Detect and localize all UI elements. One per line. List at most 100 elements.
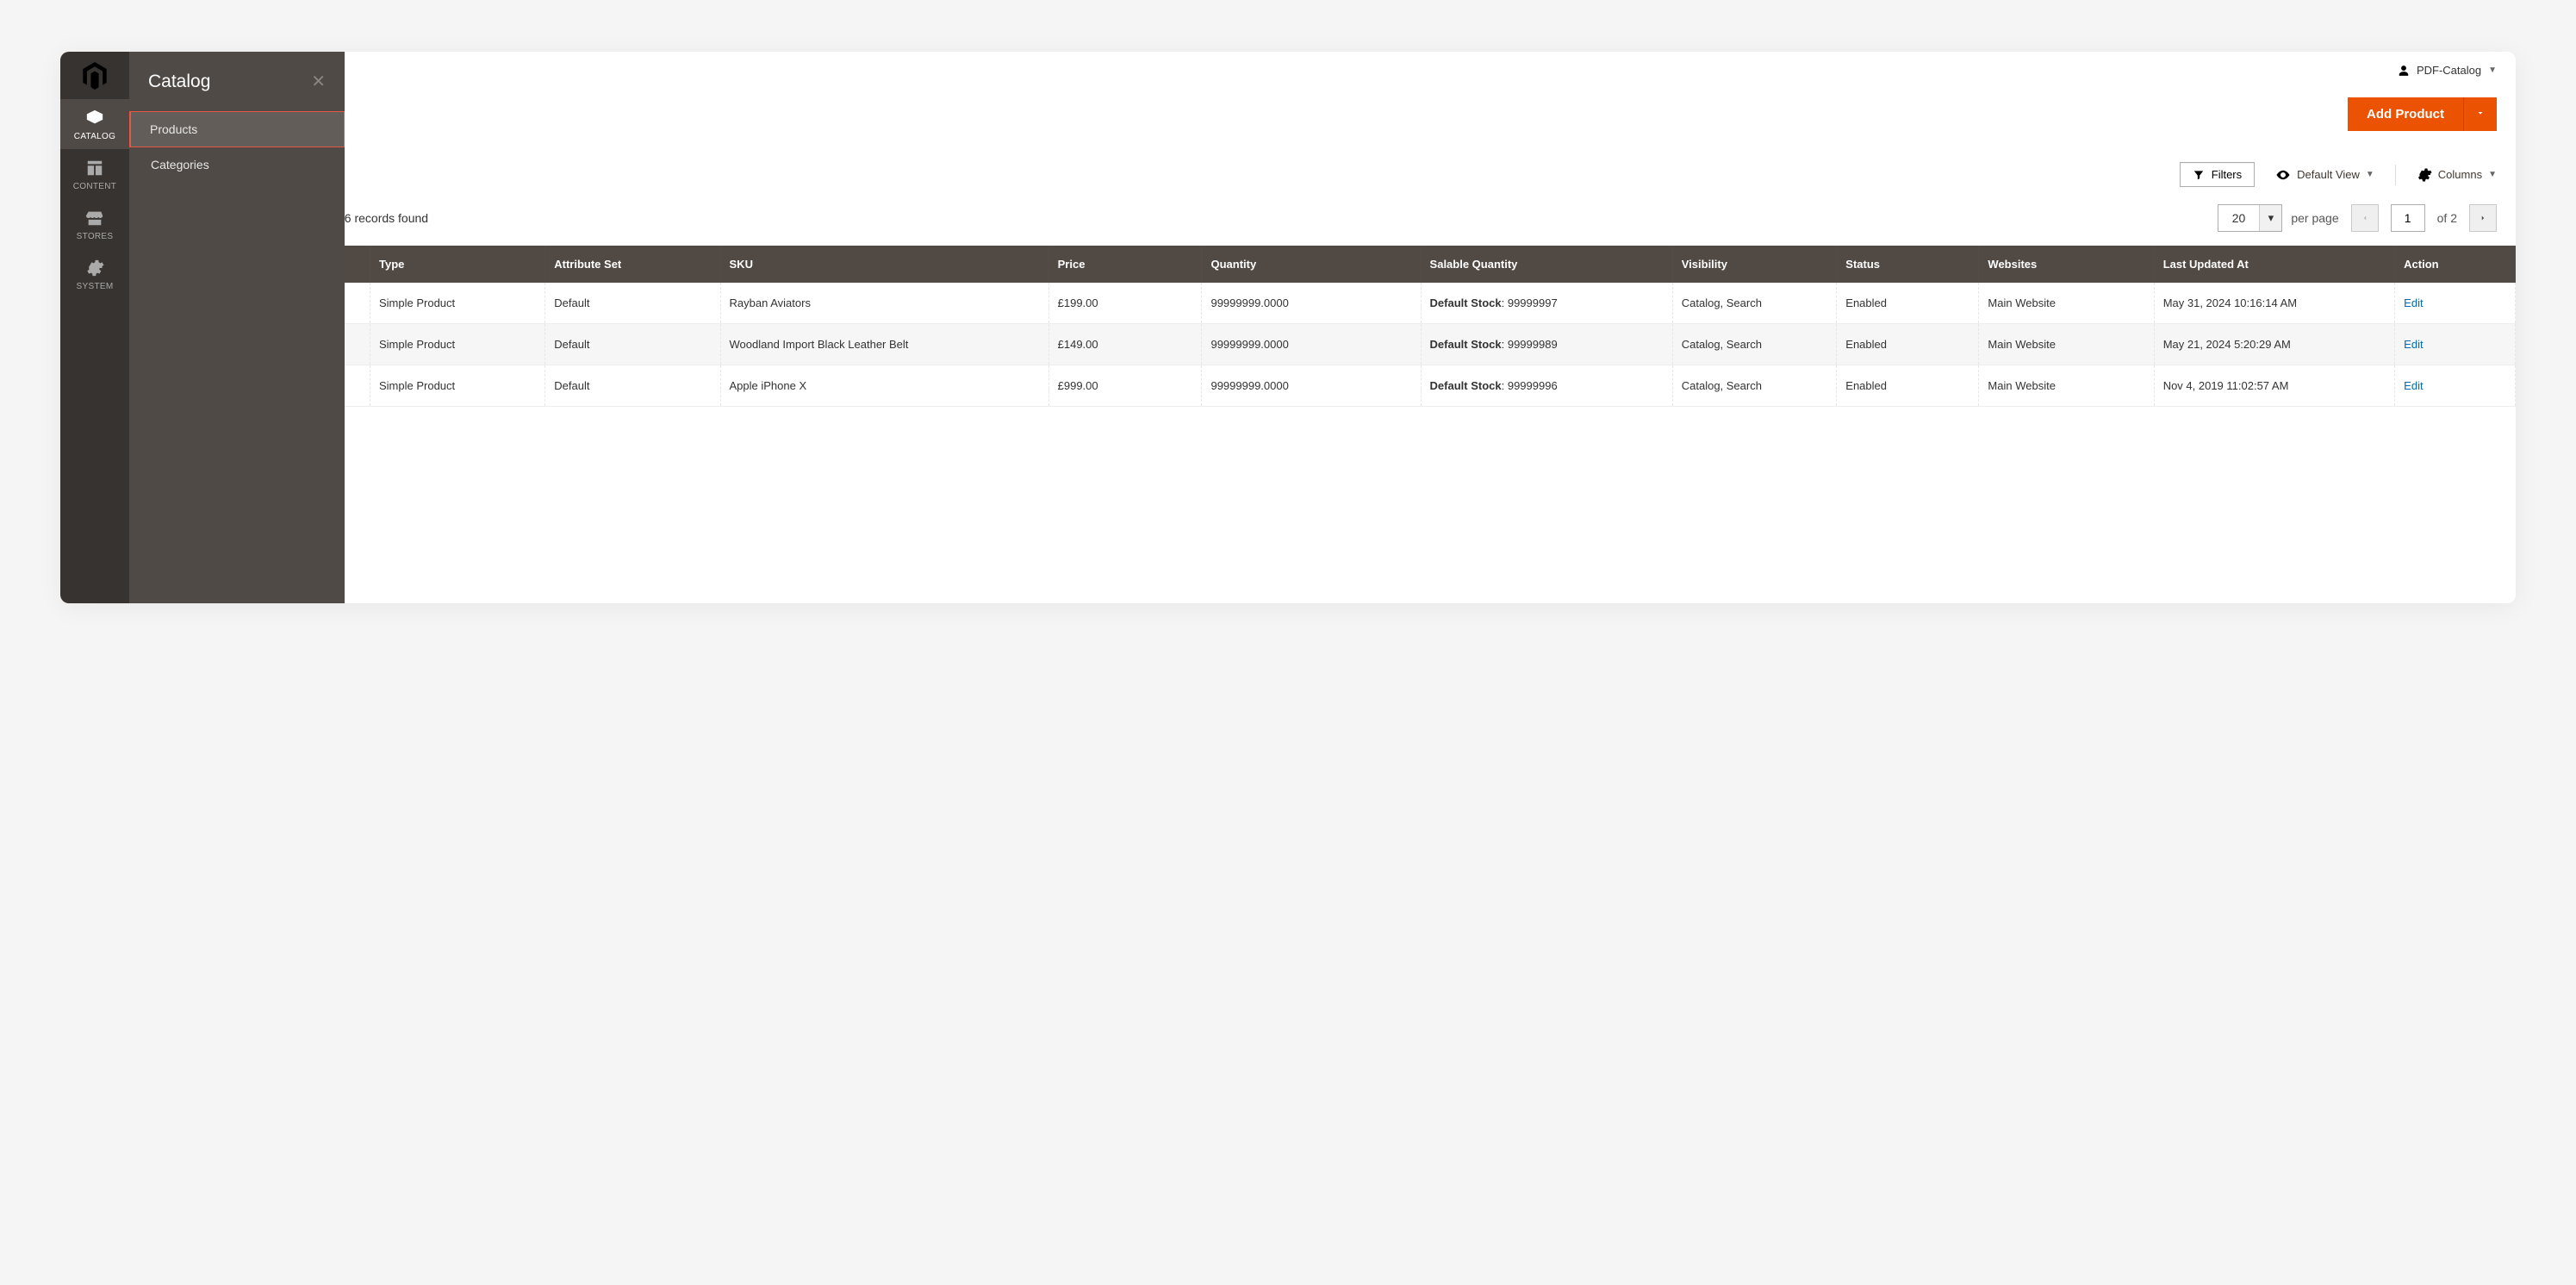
cell-status: Enabled — [1837, 283, 1979, 324]
salable-stock-label: Default Stock — [1430, 338, 1502, 351]
cell-status: Enabled — [1837, 324, 1979, 365]
cell-action: Edit — [2395, 365, 2516, 407]
cell-type: Simple Product — [370, 365, 544, 407]
chevron-down-icon: ▾ — [2259, 205, 2281, 231]
pager: 20 ▾ per page of 2 — [2218, 204, 2497, 232]
add-product-dropdown[interactable] — [2463, 97, 2497, 131]
page-size-select[interactable]: 20 ▾ — [2218, 204, 2283, 232]
cell-action: Edit — [2395, 324, 2516, 365]
cell-sku: Apple iPhone X — [720, 365, 1048, 407]
cell-type: Simple Product — [370, 324, 544, 365]
gear-icon — [85, 259, 104, 278]
user-menu[interactable]: PDF-Catalog ▼ — [129, 52, 2516, 89]
rail-item-system[interactable]: SYSTEM — [60, 249, 129, 299]
rail-item-content[interactable]: CONTENT — [60, 149, 129, 199]
col-header-type[interactable]: Type — [370, 246, 544, 283]
products-grid: e Type Attribute Set SKU Price Quantity … — [129, 246, 2516, 407]
cell-attribute-set: Default — [545, 365, 720, 407]
filters-label: Filters — [2212, 168, 2242, 181]
records-found: 26 records found — [338, 211, 428, 225]
submenu-item-products[interactable]: Products — [128, 111, 345, 147]
col-header-sku[interactable]: SKU — [720, 246, 1048, 283]
col-header-status[interactable]: Status — [1837, 246, 1979, 283]
content-icon — [85, 159, 104, 178]
col-header-visibility[interactable]: Visibility — [1672, 246, 1837, 283]
cell-visibility: Catalog, Search — [1672, 365, 1837, 407]
chevron-down-icon: ▼ — [2366, 170, 2374, 179]
table-row[interactable]: iPhone XSimple ProductDefaultApple iPhon… — [129, 365, 2516, 407]
cell-quantity: 99999999.0000 — [1202, 324, 1421, 365]
gear-icon — [2417, 167, 2432, 183]
cell-websites: Main Website — [1979, 365, 2154, 407]
rail-item-catalog[interactable]: CATALOG — [60, 99, 129, 149]
funnel-icon — [2193, 169, 2205, 181]
rail-label: CATALOG — [74, 132, 115, 141]
cell-last-updated: Nov 4, 2019 11:02:57 AM — [2154, 365, 2394, 407]
chevron-down-icon — [2475, 108, 2486, 118]
cell-sku: Woodland Import Black Leather Belt — [720, 324, 1048, 365]
col-header-attribute-set[interactable]: Attribute Set — [545, 246, 720, 283]
divider — [2395, 165, 2396, 185]
col-header-last-updated[interactable]: Last Updated At — [2154, 246, 2394, 283]
add-product-group: Add Product — [2348, 97, 2497, 131]
rail-label: CONTENT — [73, 182, 116, 191]
cell-price: £199.00 — [1048, 283, 1202, 324]
columns-label: Columns — [2438, 168, 2482, 181]
magento-logo-icon — [60, 52, 129, 99]
salable-stock-label: Default Stock — [1430, 296, 1502, 309]
chevron-down-icon: ▼ — [2488, 170, 2497, 179]
col-header-price[interactable]: Price — [1048, 246, 1202, 283]
table-row[interactable]: n AviatorsSimple ProductDefaultRayban Av… — [129, 283, 2516, 324]
cell-quantity: 99999999.0000 — [1202, 283, 1421, 324]
col-header-salable-qty[interactable]: Salable Quantity — [1421, 246, 1672, 283]
cell-sku: Rayban Aviators — [720, 283, 1048, 324]
columns-selector[interactable]: Columns ▼ — [2417, 167, 2497, 183]
rail-label: SYSTEM — [77, 282, 114, 291]
cell-visibility: Catalog, Search — [1672, 283, 1837, 324]
cell-salable-qty: Default Stock: 99999989 — [1421, 324, 1672, 365]
cell-price: £149.00 — [1048, 324, 1202, 365]
grid-header-row: e Type Attribute Set SKU Price Quantity … — [129, 246, 2516, 283]
user-icon — [2398, 65, 2410, 77]
rail-label: STORES — [77, 232, 114, 241]
submenu-item-label: Categories — [151, 158, 209, 172]
table-row[interactable]: land Black er BeltSimple ProductDefaultW… — [129, 324, 2516, 365]
cell-websites: Main Website — [1979, 324, 2154, 365]
add-product-button[interactable]: Add Product — [2348, 97, 2463, 131]
grid-toolbar: Filters Default View ▼ Columns ▼ — [129, 155, 2516, 194]
cell-websites: Main Website — [1979, 283, 2154, 324]
main-content: PDF-Catalog ▼ Add Product Filters Defaul… — [129, 52, 2516, 603]
cell-visibility: Catalog, Search — [1672, 324, 1837, 365]
user-name: PDF-Catalog — [2417, 64, 2481, 77]
cell-attribute-set: Default — [545, 283, 720, 324]
cell-quantity: 99999999.0000 — [1202, 365, 1421, 407]
col-header-quantity[interactable]: Quantity — [1202, 246, 1421, 283]
page-next-button[interactable] — [2469, 204, 2497, 232]
cell-last-updated: May 21, 2024 5:20:29 AM — [2154, 324, 2394, 365]
col-header-action[interactable]: Action — [2395, 246, 2516, 283]
cell-salable-qty: Default Stock: 99999996 — [1421, 365, 1672, 407]
icon-rail: CATALOG CONTENT STORES SYSTEM — [60, 52, 129, 603]
default-view-selector[interactable]: Default View ▼ — [2275, 167, 2374, 183]
edit-link[interactable]: Edit — [2404, 338, 2423, 351]
close-icon[interactable]: ✕ — [311, 71, 326, 92]
cell-salable-qty: Default Stock: 99999997 — [1421, 283, 1672, 324]
admin-window: CATALOG CONTENT STORES SYSTEM Catalog ✕ … — [60, 52, 2516, 603]
page-prev-button[interactable] — [2351, 204, 2379, 232]
col-header-websites[interactable]: Websites — [1979, 246, 2154, 283]
page-number-input[interactable] — [2391, 204, 2425, 232]
chevron-down-icon: ▼ — [2488, 65, 2497, 75]
catalog-icon — [85, 109, 104, 128]
page-of-label: of 2 — [2437, 211, 2457, 225]
submenu-item-categories[interactable]: Categories — [129, 147, 345, 182]
eye-icon — [2275, 167, 2291, 183]
submenu-item-label: Products — [150, 122, 197, 136]
salable-stock-label: Default Stock — [1430, 379, 1502, 392]
cell-attribute-set: Default — [545, 324, 720, 365]
rail-item-stores[interactable]: STORES — [60, 199, 129, 249]
cell-last-updated: May 31, 2024 10:16:14 AM — [2154, 283, 2394, 324]
edit-link[interactable]: Edit — [2404, 296, 2423, 309]
edit-link[interactable]: Edit — [2404, 379, 2423, 392]
per-page-label: per page — [2291, 211, 2338, 225]
filters-button[interactable]: Filters — [2180, 162, 2255, 187]
